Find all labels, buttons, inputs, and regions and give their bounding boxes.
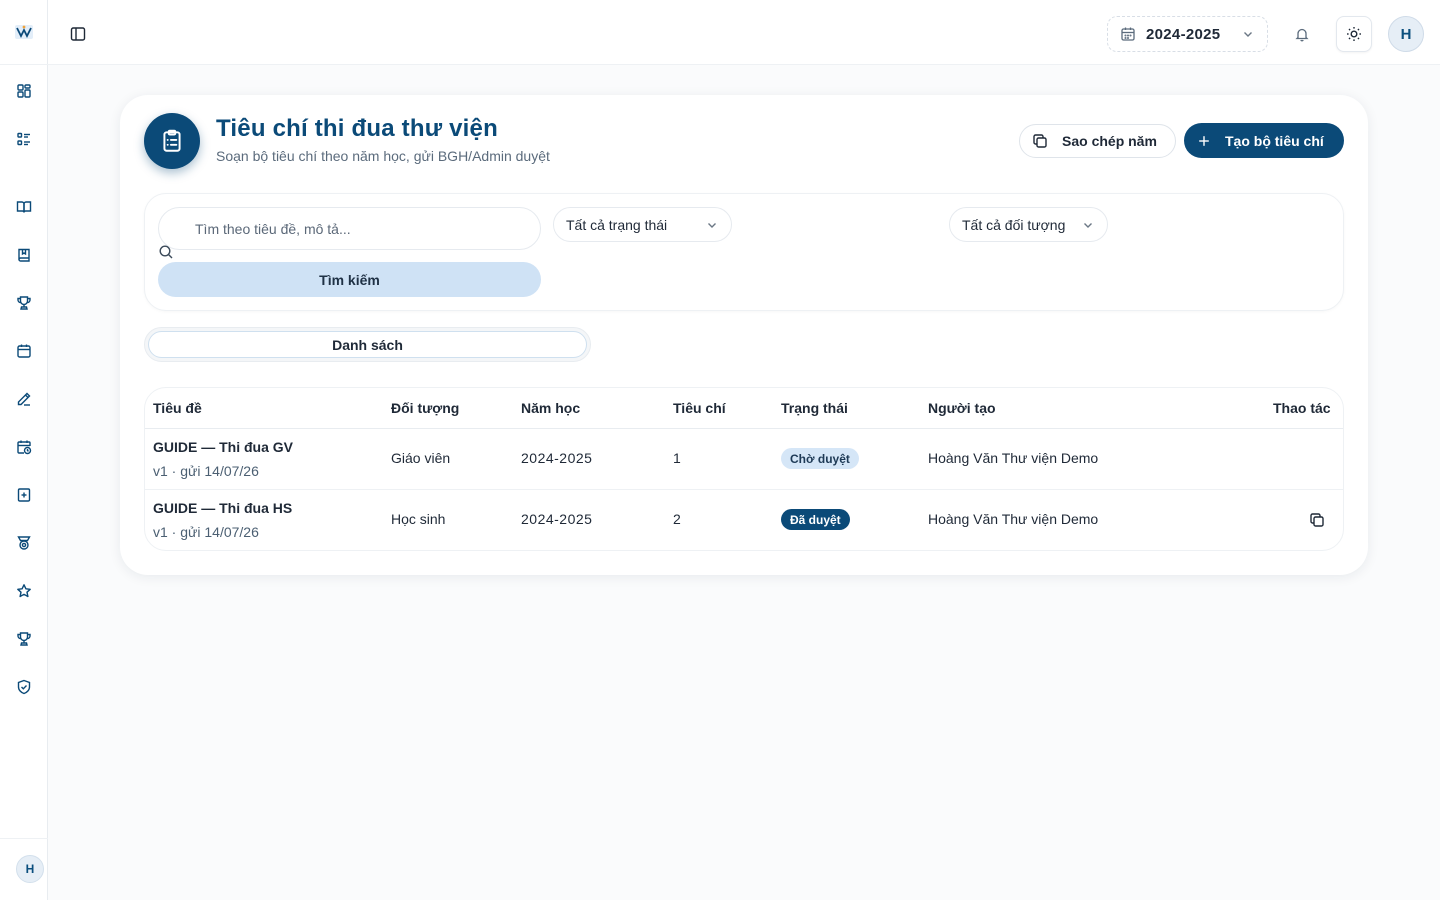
theme-toggle-button[interactable]: [1336, 16, 1372, 52]
row-meta: v1 · gửi 14/07/26: [153, 463, 259, 479]
school-year-select[interactable]: 2024-2025: [1107, 16, 1268, 52]
row-target: Giáo viên: [391, 450, 451, 466]
row-title[interactable]: GUIDE — Thi đua GV: [153, 439, 293, 455]
view-tabs: Danh sách: [144, 327, 591, 362]
sidebar-divider: [0, 838, 48, 839]
table-header-row: Tiêu đề Đối tượng Năm học Tiêu chí Trạng…: [145, 388, 1343, 429]
book-open-icon[interactable]: [14, 197, 34, 217]
main-card: Tiêu chí thi đua thư viện Soạn bộ tiêu c…: [120, 95, 1368, 575]
status-badge: Chờ duyệt: [781, 448, 859, 469]
row-year: 2024-2025: [521, 511, 593, 527]
criteria-table: Tiêu đề Đối tượng Năm học Tiêu chí Trạng…: [144, 387, 1344, 551]
chevron-down-icon: [1244, 32, 1252, 37]
column-header-criteria[interactable]: Tiêu chí: [673, 400, 726, 416]
column-header-title[interactable]: Tiêu đề: [153, 400, 202, 416]
app-logo[interactable]: [14, 22, 34, 42]
sun-icon: [1347, 27, 1361, 41]
trophy-icon[interactable]: [14, 629, 34, 649]
search-input[interactable]: [158, 207, 541, 250]
calendar-icon[interactable]: [14, 341, 34, 361]
pen-icon[interactable]: [14, 389, 34, 409]
target-filter-value: Tất cả đối tượng: [962, 216, 1066, 233]
row-criteria-count: 1: [673, 450, 681, 466]
calendar-clock-icon[interactable]: [14, 437, 34, 457]
page-subtitle: Soạn bộ tiêu chí theo năm học, gửi BGH/A…: [216, 148, 550, 164]
search-icon: [159, 245, 173, 259]
book-plus-icon[interactable]: [14, 485, 34, 505]
row-title[interactable]: GUIDE — Thi đua HS: [153, 500, 292, 516]
plus-icon: [1199, 135, 1209, 146]
sidebar: H: [0, 0, 48, 900]
column-header-status[interactable]: Trạng thái: [781, 400, 848, 416]
table-row[interactable]: GUIDE — Thi đua HS v1 · gửi 14/07/26 Học…: [145, 490, 1343, 550]
status-badge: Đã duyệt: [781, 509, 850, 530]
user-avatar[interactable]: H: [1388, 16, 1424, 52]
page-title: Tiêu chí thi đua thư viện: [216, 115, 498, 142]
tab-list-view[interactable]: Danh sách: [148, 331, 587, 358]
dashboard-icon[interactable]: [14, 81, 34, 101]
star-icon[interactable]: [14, 581, 34, 601]
trophy-icon[interactable]: [14, 293, 34, 313]
status-filter-select[interactable]: Tất cả trạng thái: [553, 207, 732, 242]
shield-check-icon[interactable]: [14, 677, 34, 697]
table-row[interactable]: GUIDE — Thi đua GV v1 · gửi 14/07/26 Giá…: [145, 429, 1343, 490]
target-filter-select[interactable]: Tất cả đối tượng: [949, 207, 1108, 242]
list-icon[interactable]: [14, 129, 34, 149]
clipboard-list-icon: [144, 113, 200, 169]
copy-icon: [1033, 134, 1047, 148]
topbar: 2024-2025 H: [48, 0, 1440, 65]
notification-bell-icon[interactable]: [1284, 16, 1320, 52]
copy-row-icon[interactable]: [1308, 511, 1326, 529]
copy-year-label: Sao chép năm: [1062, 133, 1157, 149]
column-header-actions: Thao tác: [1273, 400, 1331, 416]
copy-year-button[interactable]: Sao chép năm: [1019, 124, 1176, 158]
row-criteria-count: 2: [673, 511, 681, 527]
chevron-down-icon: [708, 222, 716, 228]
chevron-down-icon: [1084, 222, 1092, 228]
sidebar-toggle-icon[interactable]: [68, 24, 88, 44]
row-creator: Hoàng Văn Thư viện Demo: [928, 511, 1099, 527]
sidebar-divider: [0, 64, 48, 65]
calendar-icon: [1121, 27, 1135, 41]
row-target: Học sinh: [391, 511, 446, 527]
column-header-target[interactable]: Đối tượng: [391, 400, 459, 416]
school-year-value: 2024-2025: [1146, 25, 1221, 43]
create-criteria-label: Tạo bộ tiêu chí: [1225, 132, 1324, 149]
book-icon[interactable]: [14, 245, 34, 265]
row-creator: Hoàng Văn Thư viện Demo: [928, 450, 1099, 466]
create-criteria-button[interactable]: Tạo bộ tiêu chí: [1184, 123, 1344, 158]
status-filter-value: Tất cả trạng thái: [566, 216, 668, 233]
award-icon[interactable]: [14, 533, 34, 553]
column-header-creator[interactable]: Người tạo: [928, 400, 996, 416]
column-header-year[interactable]: Năm học: [521, 400, 580, 416]
search-button[interactable]: Tìm kiếm: [158, 262, 541, 297]
sidebar-avatar[interactable]: H: [16, 855, 44, 883]
row-year: 2024-2025: [521, 450, 593, 466]
row-meta: v1 · gửi 14/07/26: [153, 524, 259, 540]
filter-panel: Tìm kiếm Tất cả trạng thái Tất cả đối tư…: [144, 193, 1344, 311]
